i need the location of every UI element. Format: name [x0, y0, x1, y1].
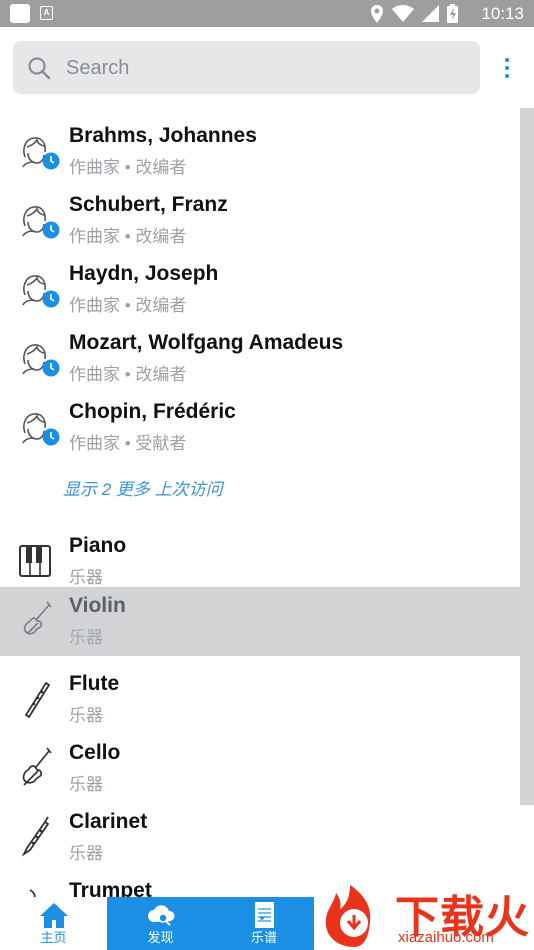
- tab-scores[interactable]: 乐谱: [214, 897, 314, 950]
- list-item-instrument[interactable]: Violin 乐器: [0, 587, 520, 656]
- list-item-composer[interactable]: Mozart, Wolfgang Amadeus 作曲家 • 改编者: [0, 324, 520, 393]
- piano-icon: [19, 545, 51, 577]
- search-input[interactable]: [66, 53, 456, 83]
- more-options-icon[interactable]: [498, 55, 516, 81]
- instrument-type: 乐器: [69, 628, 103, 647]
- composer-history-icon: [22, 344, 60, 377]
- tab-discover-label: 发现: [147, 930, 174, 945]
- instrument-name: Piano: [69, 534, 127, 557]
- instrument-type: 乐器: [69, 844, 103, 863]
- tab-scores-label: 乐谱: [250, 930, 277, 945]
- list-item-composer[interactable]: Chopin, Frédéric 作曲家 • 受献者: [0, 393, 520, 462]
- flute-icon: [24, 681, 51, 719]
- clarinet-icon: [21, 816, 50, 857]
- scores-icon: [255, 902, 274, 928]
- composer-history-icon: [22, 206, 60, 239]
- list-item-composer[interactable]: Haydn, Joseph 作曲家 • 改编者: [0, 255, 520, 324]
- list-item-composer[interactable]: Schubert, Franz 作曲家 • 改编者: [0, 186, 520, 255]
- notification-badge-icon: A: [40, 6, 53, 20]
- instrument-name: Cello: [69, 741, 121, 764]
- status-icons: [370, 4, 458, 23]
- list-item-instrument[interactable]: Cello 乐器: [0, 734, 520, 803]
- composer-role: 作曲家 • 受献者: [69, 434, 187, 453]
- instrument-type: 乐器: [69, 775, 103, 794]
- composer-name: Mozart, Wolfgang Amadeus: [69, 331, 344, 354]
- flame-logo-icon: [325, 885, 371, 947]
- composer-history-icon: [22, 137, 60, 170]
- tab-home[interactable]: 主页: [0, 897, 107, 950]
- composer-role: 作曲家 • 改编者: [69, 296, 187, 315]
- signal-icon: [422, 5, 439, 22]
- app-notification-icon: [10, 4, 30, 23]
- violin-icon: [23, 601, 52, 635]
- wifi-icon: [392, 5, 414, 22]
- scrollbar[interactable]: [520, 108, 534, 805]
- status-bar: A 10:13: [0, 0, 534, 27]
- discover-icon: [147, 905, 175, 926]
- tab-discover[interactable]: 发现: [107, 897, 214, 950]
- cello-icon: [22, 747, 52, 786]
- instrument-name: Clarinet: [69, 810, 148, 833]
- composer-name: Brahms, Johannes: [69, 124, 257, 147]
- battery-icon: [447, 4, 458, 23]
- composer-history-icon: [22, 275, 60, 308]
- home-icon: [39, 903, 68, 928]
- list-item-instrument[interactable]: Flute 乐器: [0, 665, 520, 734]
- search-bar[interactable]: [13, 41, 480, 94]
- instrument-type: 乐器: [69, 706, 103, 725]
- composer-name: Chopin, Frédéric: [69, 400, 236, 423]
- list-item-instrument[interactable]: Clarinet 乐器: [0, 803, 520, 872]
- list-item-composer[interactable]: Brahms, Johannes 作曲家 • 改编者: [0, 117, 520, 186]
- search-icon: [28, 57, 51, 80]
- list-item-instrument[interactable]: Piano 乐器: [0, 527, 520, 596]
- composer-name: Schubert, Franz: [69, 193, 228, 216]
- instrument-type: 乐器: [69, 568, 103, 587]
- watermark-url: xiazaihuo.com: [398, 929, 494, 946]
- watermark-logo: 下载火 xiazaihuo.com: [314, 877, 534, 950]
- instrument-name: Violin: [69, 594, 126, 617]
- composer-role: 作曲家 • 改编者: [69, 365, 187, 384]
- instrument-name: Flute: [69, 672, 120, 695]
- tab-home-label: 主页: [40, 930, 67, 945]
- show-more-recent-link[interactable]: 显示 2 更多 上次访问: [63, 475, 223, 500]
- composer-history-icon: [22, 413, 60, 446]
- composer-name: Haydn, Joseph: [69, 262, 219, 285]
- composer-role: 作曲家 • 改编者: [69, 158, 187, 177]
- clock: 10:13: [481, 4, 524, 23]
- composer-role: 作曲家 • 改编者: [69, 227, 187, 246]
- location-icon: [371, 4, 383, 23]
